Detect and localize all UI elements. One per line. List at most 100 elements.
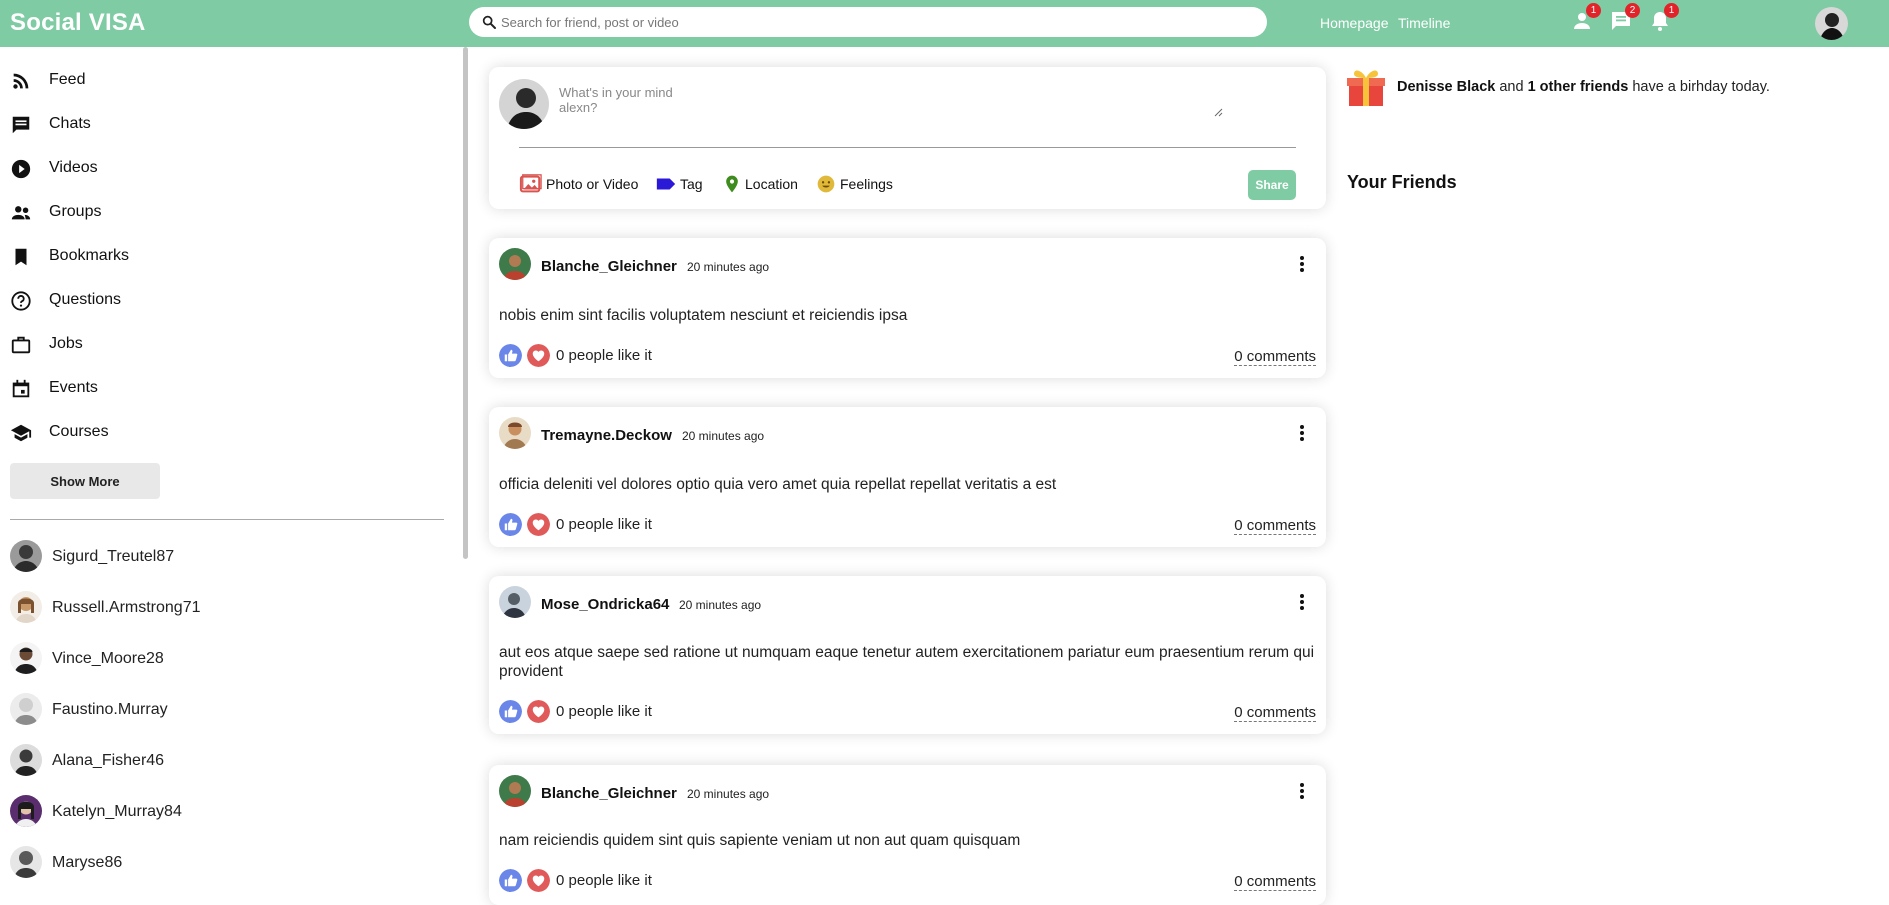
share-divider: [519, 147, 1296, 148]
show-more-button[interactable]: Show More: [10, 463, 160, 499]
avatar[interactable]: [499, 417, 531, 449]
option-label: Location: [745, 176, 798, 192]
sidebar-item-questions[interactable]: Questions: [10, 286, 450, 314]
heart-icon[interactable]: [527, 513, 550, 536]
comments-link[interactable]: 0 comments: [1234, 517, 1316, 535]
friend-list-item[interactable]: Faustino.Murray: [10, 693, 390, 727]
share-input[interactable]: [559, 85, 707, 123]
chat-icon: [12, 116, 30, 134]
sidebar-item-label: Events: [49, 379, 98, 396]
search-bar[interactable]: [469, 7, 1267, 37]
heart-icon[interactable]: [527, 344, 550, 367]
avatar: [10, 744, 42, 776]
comments-link[interactable]: 0 comments: [1234, 704, 1316, 722]
friend-name: Faustino.Murray: [52, 701, 168, 718]
friend-list-item[interactable]: Russell.Armstrong71: [10, 591, 390, 625]
like-icon[interactable]: [499, 869, 522, 892]
post-timestamp: 20 minutes ago: [679, 598, 762, 612]
birthday-suffix: have a birhday today.: [1628, 79, 1770, 95]
avatar[interactable]: [499, 248, 531, 280]
sidebar-item-label: Feed: [49, 71, 86, 88]
gift-icon: [1347, 70, 1385, 106]
birthday-friend-name[interactable]: Denisse Black: [1397, 79, 1495, 95]
like-icon[interactable]: [499, 700, 522, 723]
location-pin-icon: [726, 175, 738, 193]
location-option[interactable]: Location: [722, 173, 802, 195]
like-count: 0 people like it: [556, 516, 652, 533]
photo-icon: [519, 174, 542, 193]
sidebar-item-chats[interactable]: Chats: [10, 110, 450, 138]
photo-video-option[interactable]: Photo or Video: [519, 173, 649, 195]
friend-list-item[interactable]: Vince_Moore28: [10, 642, 390, 676]
heart-icon[interactable]: [527, 869, 550, 892]
sidebar-item-label: Groups: [49, 203, 102, 220]
sidebar-scrollbar[interactable]: [463, 47, 468, 559]
post-username[interactable]: Blanche_Gleichner: [541, 258, 677, 275]
avatar: [10, 693, 42, 725]
avatar: [499, 79, 549, 129]
friend-requests-badge: 1: [1586, 3, 1601, 18]
sidebar-item-label: Chats: [49, 115, 91, 132]
sidebar-item-feed[interactable]: Feed: [10, 66, 450, 94]
left-sidebar: Feed Chats Videos Groups Bookmarks Quest…: [0, 47, 470, 892]
like-count: 0 people like it: [556, 703, 652, 720]
share-button[interactable]: Share: [1248, 170, 1296, 200]
option-label: Photo or Video: [546, 176, 639, 192]
like-count: 0 people like it: [556, 347, 652, 364]
comments-link[interactable]: 0 comments: [1234, 348, 1316, 366]
post-card: Mose_Ondricka64 20 minutes ago aut eos a…: [489, 576, 1326, 734]
help-circle-icon: [11, 291, 31, 311]
post-timestamp: 20 minutes ago: [682, 429, 765, 443]
search-input[interactable]: [501, 12, 1241, 32]
like-icon[interactable]: [499, 344, 522, 367]
friend-name: Alana_Fisher46: [52, 752, 165, 769]
feelings-option[interactable]: Feelings: [816, 173, 906, 195]
like-count: 0 people like it: [556, 872, 652, 889]
avatar: [10, 642, 42, 674]
more-vert-icon[interactable]: [1292, 423, 1312, 443]
avatar: [10, 846, 42, 878]
comments-link[interactable]: 0 comments: [1234, 873, 1316, 891]
post-username[interactable]: Tremayne.Deckow: [541, 427, 672, 444]
share-box: Photo or Video Tag Location Feelings Sha…: [489, 67, 1326, 209]
resize-grip-icon[interactable]: [1213, 107, 1223, 117]
sidebar-item-label: Questions: [49, 291, 122, 308]
sidebar-item-label: Courses: [49, 423, 109, 440]
app-logo[interactable]: Social VISA: [10, 9, 146, 37]
more-vert-icon[interactable]: [1292, 254, 1312, 274]
avatar[interactable]: [499, 775, 531, 807]
sidebar-item-jobs[interactable]: Jobs: [10, 330, 450, 358]
more-vert-icon[interactable]: [1292, 781, 1312, 801]
friend-list-item[interactable]: Maryse86: [10, 846, 390, 880]
friend-list-item[interactable]: Sigurd_Treutel87: [10, 540, 390, 574]
sidebar-item-label: Videos: [49, 159, 98, 176]
more-vert-icon[interactable]: [1292, 592, 1312, 612]
birthday-others[interactable]: 1 other friends: [1528, 79, 1629, 95]
sidebar-item-videos[interactable]: Videos: [10, 154, 450, 182]
friend-list-item[interactable]: Katelyn_Murray84: [10, 795, 390, 829]
sidebar-item-events[interactable]: Events: [10, 374, 450, 402]
sidebar-item-label: Jobs: [49, 335, 83, 352]
tag-icon: [656, 178, 676, 190]
sidebar-item-courses[interactable]: Courses: [10, 418, 450, 446]
search-icon: [482, 15, 496, 29]
friend-list-item[interactable]: Alana_Fisher46: [10, 744, 390, 778]
friend-requests-button[interactable]: 1: [1570, 3, 1601, 33]
profile-avatar[interactable]: [1815, 7, 1848, 40]
post-timestamp: 20 minutes ago: [687, 260, 770, 274]
post-timestamp: 20 minutes ago: [687, 787, 770, 801]
timeline-link[interactable]: Timeline: [1398, 15, 1450, 31]
like-icon[interactable]: [499, 513, 522, 536]
post-card: Tremayne.Deckow 20 minutes ago officia d…: [489, 407, 1326, 547]
post-username[interactable]: Mose_Ondricka64: [541, 596, 669, 613]
notifications-button[interactable]: 1: [1648, 3, 1679, 33]
sidebar-item-groups[interactable]: Groups: [10, 198, 450, 226]
homepage-link[interactable]: Homepage: [1320, 15, 1389, 31]
tag-option[interactable]: Tag: [655, 173, 705, 195]
post-card: Blanche_Gleichner 20 minutes ago nam rei…: [489, 765, 1326, 905]
heart-icon[interactable]: [527, 700, 550, 723]
sidebar-item-bookmarks[interactable]: Bookmarks: [10, 242, 450, 270]
messages-button[interactable]: 2: [1609, 3, 1640, 33]
avatar[interactable]: [499, 586, 531, 618]
post-username[interactable]: Blanche_Gleichner: [541, 785, 677, 802]
